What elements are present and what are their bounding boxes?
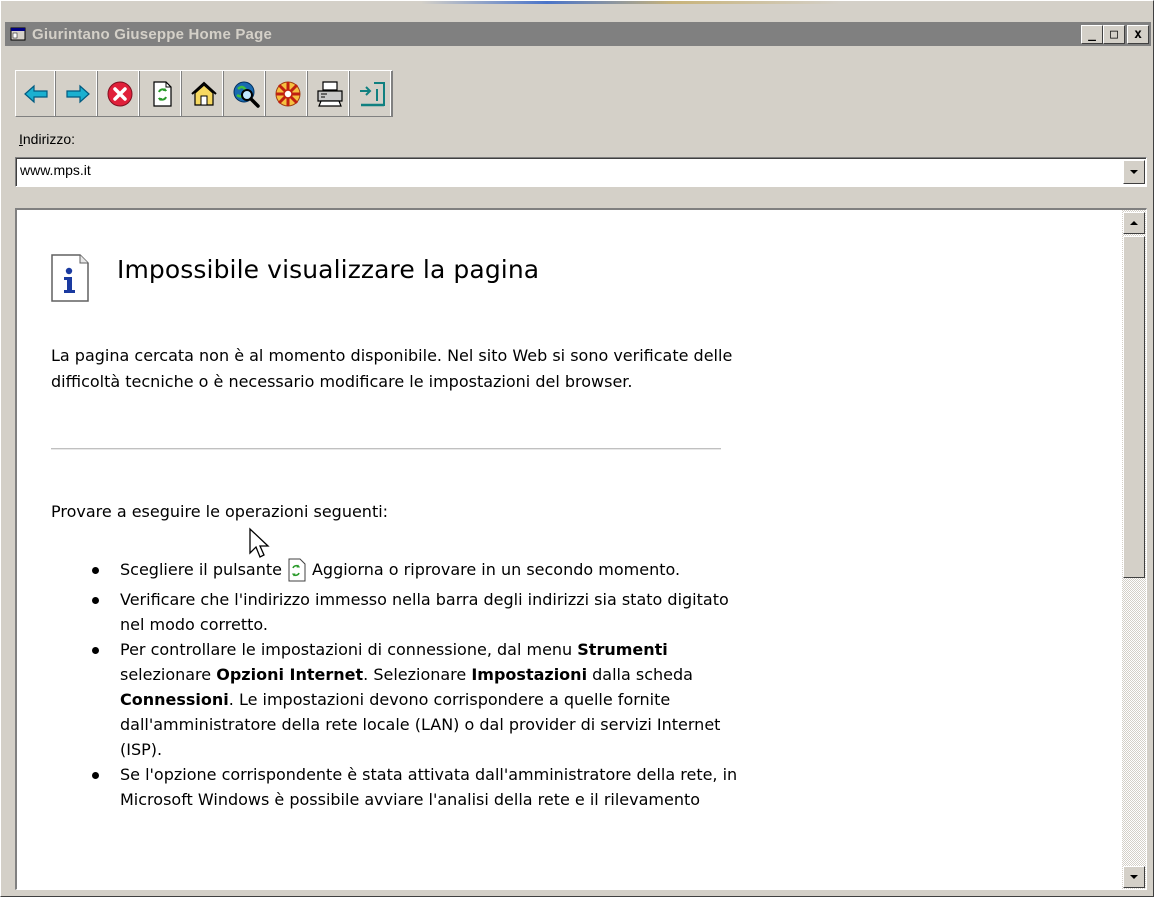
suggestions-list: Scegliere il pulsante Aggiorna o riprova… [92,553,740,812]
minimize-button[interactable]: _ [1081,25,1103,44]
step3-text-c: selezionare [120,665,212,684]
step3-impostazioni: Impostazioni [471,665,588,684]
step3-opzioni-internet: Opzioni Internet [216,665,364,684]
list-item: Verificare che l'indirizzo immesso nella… [92,587,740,637]
intro-text: La pagina cercata non è al momento dispo… [51,346,733,391]
step3-text-e: . Selezionare [363,665,467,684]
forward-button[interactable] [58,71,98,116]
stop-icon [107,81,132,106]
address-dropdown-button[interactable] [1123,160,1145,184]
list-item: Scegliere il pulsante Aggiorna o riprova… [92,553,740,587]
step4-text: Se l'opzione corrispondente è stata atti… [120,765,738,809]
mouse-cursor-icon [249,527,270,558]
search-globe-icon [233,81,260,108]
step3-menu-strumenti: Strumenti [577,640,668,659]
divider [51,448,721,450]
maximize-button[interactable]: □ [1103,25,1125,44]
list-item: Se l'opzione corrispondente è stata atti… [92,762,740,812]
printer-icon [316,80,343,107]
desktop-edge [421,1,841,4]
exit-button[interactable] [352,71,392,116]
chevron-down-icon [1130,875,1138,879]
stop-button[interactable] [100,71,140,116]
page-title: Impossibile visualizzare la pagina [117,255,540,284]
print-button[interactable] [310,71,350,116]
favorites-icon [275,81,300,106]
step3-text-a: Per controllare le impostazioni di conne… [120,640,573,659]
chevron-up-icon [1130,221,1138,225]
step3-text-g: dalla scheda [592,665,693,684]
search-button[interactable] [226,71,266,116]
favorites-button[interactable] [268,71,308,116]
address-input[interactable] [20,162,1110,178]
step3-connessioni: Connessioni [120,690,229,709]
browser-window: Giurintano Giuseppe Home Page _ □ x Indi… [0,0,1154,897]
list-item: Per controllare le impostazioni di conne… [92,637,740,762]
chevron-down-icon [1130,170,1138,174]
home-icon [190,81,217,106]
back-button[interactable] [16,71,56,116]
exit-door-icon [359,81,385,106]
window-controls: _ □ x [1081,25,1149,44]
refresh-icon [288,558,306,582]
refresh-button[interactable] [142,71,182,116]
error-page: Impossibile visualizzare la pagina La pa… [17,210,1107,889]
scroll-up-button[interactable] [1123,212,1145,234]
scrollbar-thumb[interactable] [1123,236,1145,578]
vertical-scrollbar[interactable] [1122,210,1146,889]
window-title: Giurintano Giuseppe Home Page [32,25,273,43]
home-button[interactable] [184,71,224,116]
title-bar[interactable]: Giurintano Giuseppe Home Page _ □ x [5,22,1151,46]
info-icon [51,254,89,302]
refresh-icon [152,80,172,107]
close-button[interactable]: x [1127,25,1149,44]
scroll-down-button[interactable] [1123,866,1145,888]
app-window-icon [10,27,26,41]
step1-text-b: Aggiorna o riprovare in un secondo momen… [311,560,681,579]
suggestions-heading: Provare a eseguire le operazioni seguent… [51,502,389,521]
step1-text-a: Scegliere il pulsante [120,560,282,579]
address-label-text: ndirizzo: [22,131,76,147]
address-bar[interactable] [15,157,1147,187]
toolbar [15,70,393,117]
forward-arrow-icon [65,84,90,103]
back-arrow-icon [23,84,48,103]
page-viewport: Impossibile visualizzare la pagina La pa… [15,208,1147,890]
address-label: Indirizzo: [19,131,75,147]
step2-text: Verificare che l'indirizzo immesso nella… [120,590,729,634]
